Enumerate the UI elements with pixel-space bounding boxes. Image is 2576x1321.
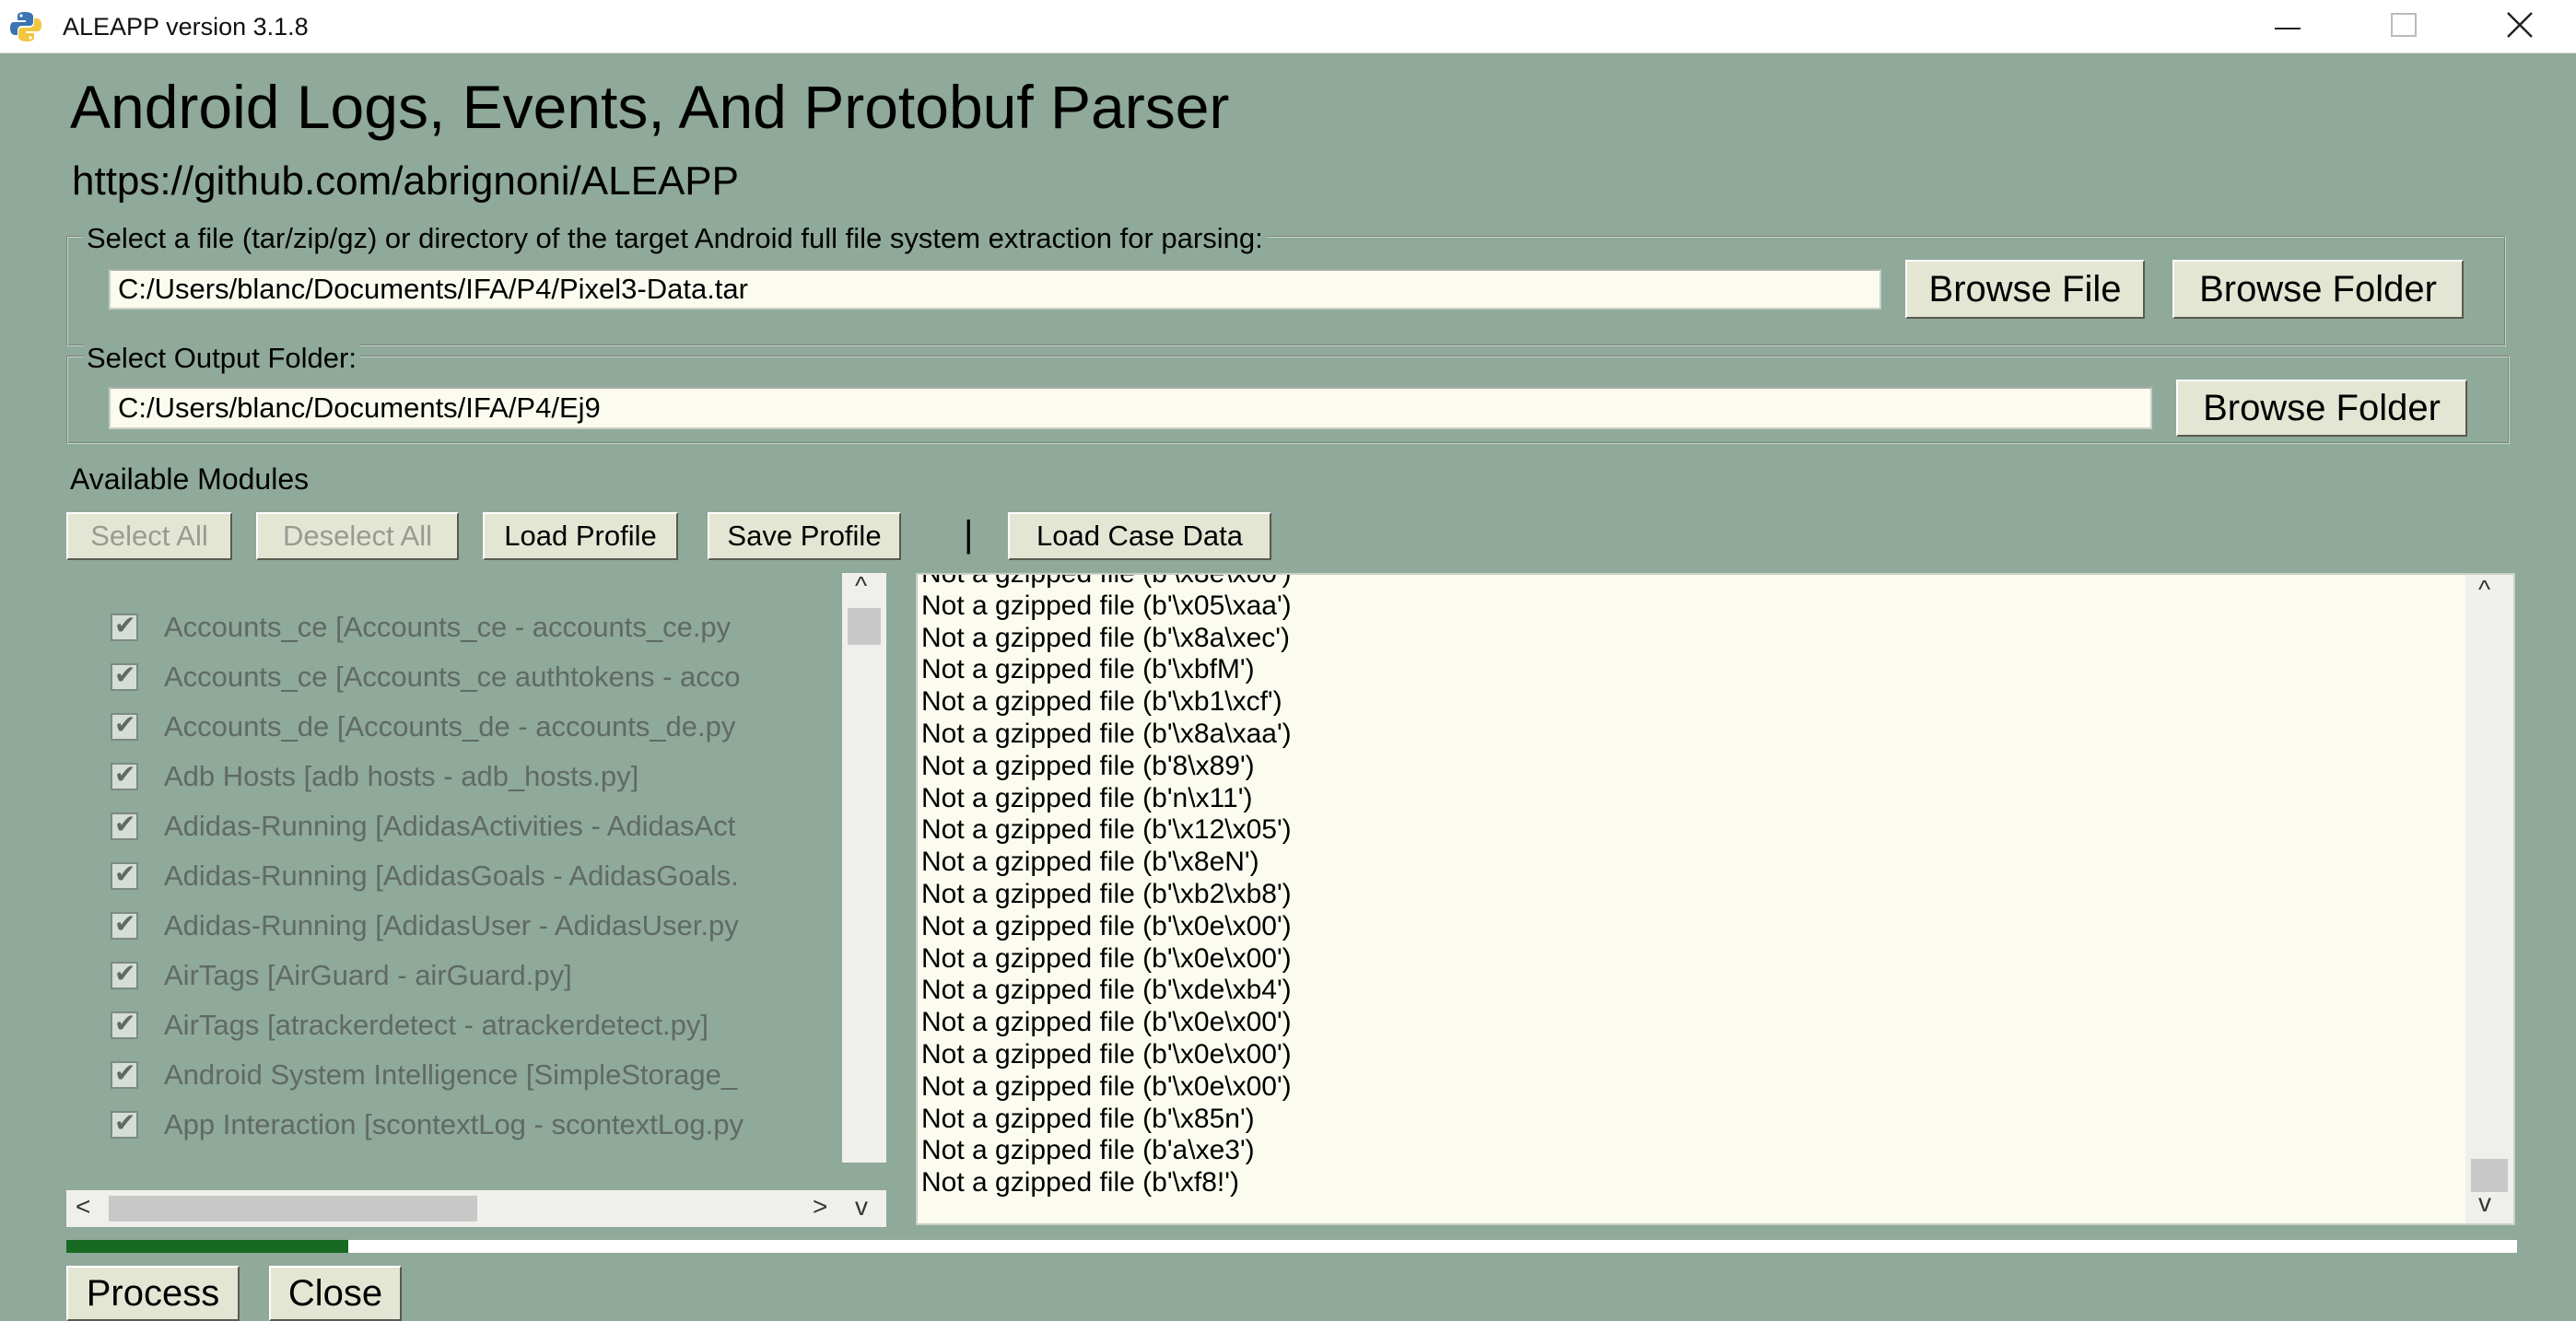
module-item[interactable]: Accounts_ce [Accounts_ce authtokens - ac… — [111, 652, 741, 702]
checkbox[interactable] — [111, 908, 138, 940]
log-line: Not a gzipped file (b'\x0e\x00') — [921, 942, 1292, 974]
module-hscroll-thumb[interactable] — [109, 1196, 477, 1222]
scroll-right-icon[interactable]: > — [813, 1192, 827, 1222]
log-line: Not a gzipped file (b'\xde\xb4') — [921, 975, 1292, 1006]
output-frame-legend: Select Output Folder: — [83, 342, 360, 375]
log-output[interactable]: Not a gzipped file (b'\x8e\x00') Not a gz… — [916, 573, 2515, 1225]
window-title: ALEAPP version 3.1.8 — [63, 13, 309, 41]
module-item[interactable]: Adidas-Running [AdidasActivities - Adida… — [111, 801, 735, 851]
module-list: Accounts_ce [Accounts_ce - accounts_ce.p… — [66, 573, 886, 1163]
checkbox[interactable] — [111, 1058, 138, 1089]
checkbox[interactable] — [111, 958, 138, 989]
scroll-left-icon[interactable]: < — [76, 1192, 90, 1222]
log-vertical-scrollbar[interactable] — [2465, 575, 2513, 1223]
log-line: Not a gzipped file (b'\x0e\x00') — [921, 1038, 1292, 1070]
python-icon — [9, 11, 42, 42]
close-button[interactable]: Close — [269, 1266, 402, 1321]
module-scroll-thumb[interactable] — [848, 608, 881, 645]
log-line: Not a gzipped file (b'\x0e\x00') — [921, 1007, 1292, 1038]
checkbox[interactable] — [111, 759, 138, 790]
log-lines: Not a gzipped file (b'\x8e\x00') Not a gz… — [921, 573, 1292, 1199]
module-vertical-scrollbar[interactable] — [842, 573, 886, 1163]
module-item[interactable]: AirTags [atrackerdetect - atrackerdetect… — [111, 1000, 708, 1050]
log-line: Not a gzipped file (b'\x0e\x00') — [921, 910, 1292, 941]
module-item[interactable]: Accounts_ce [Accounts_ce - accounts_ce.p… — [111, 602, 731, 652]
scroll-down-icon[interactable]: v — [855, 1192, 868, 1222]
log-line: Not a gzipped file (b'\x8e\x00') — [921, 573, 1292, 589]
module-label: Adidas-Running [AdidasGoals - AdidasGoal… — [164, 859, 739, 892]
module-label: App Interaction [scontextLog - scontextL… — [164, 1108, 744, 1140]
toolbar-separator: | — [964, 514, 974, 555]
input-path-field[interactable]: C:/Users/blanc/Documents/IFA/P4/Pixel3-D… — [109, 269, 1881, 310]
available-modules-label: Available Modules — [70, 462, 310, 496]
module-label: Adidas-Running [AdidasActivities - Adida… — [164, 810, 736, 842]
log-scroll-thumb[interactable] — [2471, 1159, 2508, 1192]
module-label: AirTags [atrackerdetect - atrackerdetect… — [164, 1009, 708, 1041]
log-line: Not a gzipped file (b'\xbfM') — [921, 654, 1255, 685]
log-line: Not a gzipped file (b'\xb1\xcf') — [921, 686, 1282, 718]
module-label: Accounts_ce [Accounts_ce authtokens - ac… — [164, 660, 741, 693]
output-path-field[interactable]: C:/Users/blanc/Documents/IFA/P4/Ej9 — [109, 387, 2152, 429]
process-button[interactable]: Process — [66, 1266, 240, 1321]
close-icon — [2506, 11, 2534, 43]
minimize-icon — [2275, 18, 2301, 35]
save-profile-button[interactable]: Save Profile — [708, 512, 901, 560]
scroll-up-icon[interactable]: ^ — [855, 571, 867, 601]
browse-file-button[interactable]: Browse File — [1905, 260, 2145, 319]
scroll-down-icon[interactable]: v — [2478, 1188, 2491, 1218]
log-line: Not a gzipped file (b'\x12\x05') — [921, 814, 1292, 846]
log-line: Not a gzipped file (b'\x0e\x00') — [921, 1070, 1292, 1102]
repo-url: https://github.com/abrignoni/ALEAPP — [72, 158, 739, 204]
minimize-button[interactable] — [2231, 0, 2344, 53]
checkbox[interactable] — [111, 1107, 138, 1139]
log-line: Not a gzipped file (b'\x05\xaa') — [921, 590, 1292, 621]
log-line: Not a gzipped file (b'\x85n') — [921, 1103, 1255, 1134]
title-bar — [0, 0, 2576, 53]
checkbox[interactable] — [111, 1008, 138, 1039]
log-line: Not a gzipped file (b'8\x89') — [921, 750, 1255, 781]
module-item[interactable]: Adidas-Running [AdidasGoals - AdidasGoal… — [111, 851, 739, 901]
log-line: Not a gzipped file (b'\xb2\xb8') — [921, 878, 1292, 909]
module-label: Android System Intelligence [SimpleStora… — [164, 1058, 738, 1091]
module-label: Accounts_de [Accounts_de - accounts_de.p… — [164, 710, 736, 742]
module-item[interactable]: AirTags [AirGuard - airGuard.py] — [111, 951, 572, 1000]
select-all-button[interactable]: Select All — [66, 512, 232, 560]
module-label: AirTags [AirGuard - airGuard.py] — [164, 959, 572, 991]
module-item[interactable]: Android System Intelligence [SimpleStora… — [111, 1050, 737, 1100]
deselect-all-button[interactable]: Deselect All — [256, 512, 459, 560]
checkbox[interactable] — [111, 809, 138, 840]
log-line: Not a gzipped file (b'\x8a\xec') — [921, 622, 1290, 653]
log-line: Not a gzipped file (b'a\xe3') — [921, 1135, 1255, 1166]
module-label: Adidas-Running [AdidasUser - AdidasUser.… — [164, 909, 739, 941]
progress-bar — [66, 1240, 2517, 1253]
log-line: Not a gzipped file (b'\xf8!') — [921, 1167, 1239, 1198]
log-line: Not a gzipped file (b'n\x11') — [921, 782, 1253, 813]
progress-fill — [66, 1240, 348, 1253]
browse-input-folder-button[interactable]: Browse Folder — [2172, 260, 2464, 319]
load-case-data-button[interactable]: Load Case Data — [1008, 512, 1271, 560]
scroll-up-icon[interactable]: ^ — [2478, 575, 2490, 604]
module-label: Accounts_ce [Accounts_ce - accounts_ce.p… — [164, 611, 732, 643]
module-item[interactable]: Adb Hosts [adb hosts - adb_hosts.py] — [111, 752, 638, 801]
log-line: Not a gzipped file (b'\x8a\xaa') — [921, 718, 1292, 749]
checkbox[interactable] — [111, 610, 138, 641]
log-line: Not a gzipped file (b'\x8eN') — [921, 847, 1259, 878]
checkbox[interactable] — [111, 709, 138, 741]
app-heading: Android Logs, Events, And Protobuf Parse… — [70, 73, 1230, 141]
input-frame-legend: Select a file (tar/zip/gz) or directory … — [83, 222, 1267, 255]
module-item[interactable]: Accounts_de [Accounts_de - accounts_de.p… — [111, 702, 735, 752]
load-profile-button[interactable]: Load Profile — [483, 512, 678, 560]
module-item[interactable]: App Interaction [scontextLog - scontextL… — [111, 1100, 744, 1150]
browse-output-folder-button[interactable]: Browse Folder — [2176, 380, 2467, 437]
module-item[interactable]: Adidas-Running [AdidasUser - AdidasUser.… — [111, 901, 739, 951]
checkbox[interactable] — [111, 660, 138, 691]
close-window-button[interactable] — [2464, 0, 2576, 53]
module-label: Adb Hosts [adb hosts - adb_hosts.py] — [164, 760, 639, 792]
maximize-button[interactable] — [2348, 0, 2460, 53]
checkbox[interactable] — [111, 859, 138, 890]
maximize-icon — [2391, 12, 2417, 41]
